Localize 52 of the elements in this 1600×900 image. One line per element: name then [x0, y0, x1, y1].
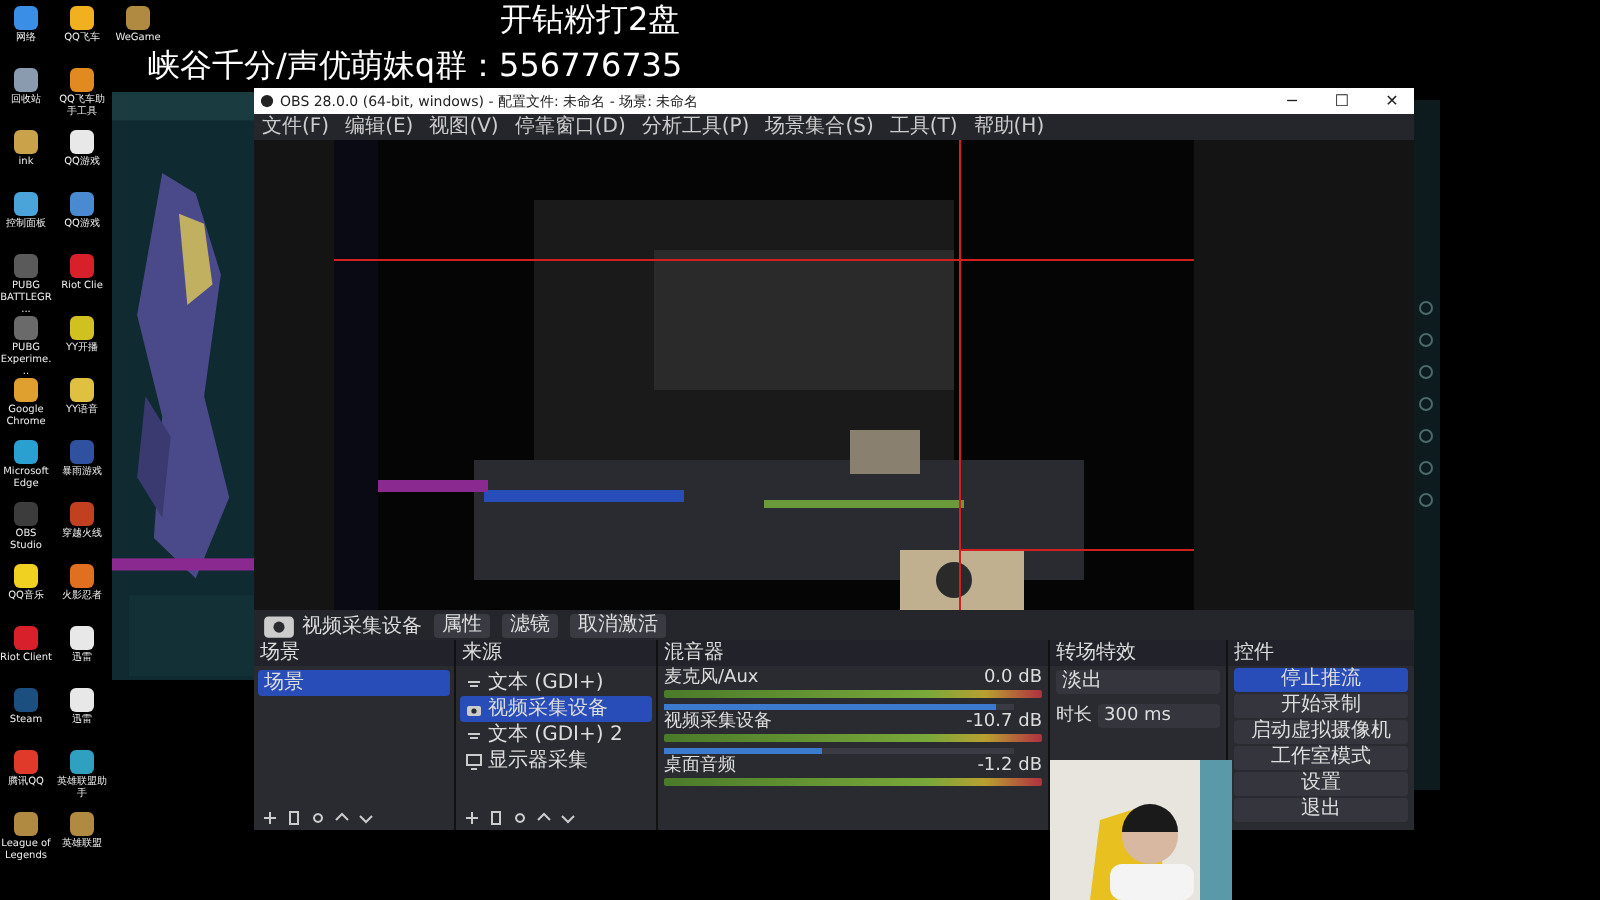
- source-item[interactable]: 文本 (GDI+): [460, 670, 652, 696]
- menu-item[interactable]: 视图(V): [429, 116, 499, 138]
- dock-title: 场景: [254, 640, 454, 666]
- control-button[interactable]: 工作室模式: [1234, 746, 1408, 770]
- menu-item[interactable]: 帮助(H): [973, 116, 1045, 138]
- menu-item[interactable]: 编辑(E): [345, 116, 414, 138]
- channel-name: 视频采集设备: [664, 712, 772, 734]
- app-logo-icon: [260, 94, 274, 108]
- dock-title: 转场特效: [1050, 640, 1226, 666]
- source-item[interactable]: 显示器采集: [460, 748, 652, 774]
- camera-icon: [466, 701, 482, 717]
- menu-item[interactable]: 工具(T): [889, 116, 958, 138]
- delete-icon[interactable]: [488, 810, 504, 826]
- window-button[interactable]: ─: [1270, 92, 1314, 110]
- current-source: 视频采集设备: [262, 608, 422, 642]
- control-button[interactable]: 退出: [1234, 798, 1408, 822]
- control-button[interactable]: 开始录制: [1234, 694, 1408, 718]
- text-source-icon: [466, 727, 482, 743]
- duration-field[interactable]: 300 ms: [1098, 703, 1220, 727]
- control-button[interactable]: 启动虚拟摄像机: [1234, 720, 1408, 744]
- transition-select[interactable]: 淡出: [1056, 670, 1220, 694]
- channel-name: 麦克风/Aux: [664, 668, 759, 690]
- menu-item[interactable]: 文件(F): [262, 116, 330, 138]
- menu-item[interactable]: 停靠窗口(D): [514, 116, 626, 138]
- channel-reading: -10.7 dB: [965, 712, 1042, 734]
- delete-icon[interactable]: [286, 810, 302, 826]
- dock-title: 控件: [1228, 640, 1414, 666]
- dock-title: 来源: [456, 640, 656, 666]
- overlay-subtitle: 峡谷千分/声优萌妹q群：556776735: [148, 46, 683, 88]
- volume-slider[interactable]: [664, 748, 1014, 754]
- monitor-icon: [466, 753, 482, 769]
- add-icon[interactable]: [262, 810, 278, 826]
- text-source-icon: [466, 675, 482, 691]
- toolbar-button[interactable]: 属性: [434, 613, 490, 637]
- channel-name: 桌面音频: [664, 756, 736, 778]
- toolbar-button[interactable]: 取消激活: [570, 613, 666, 637]
- scene-item[interactable]: 场景: [258, 670, 450, 696]
- window-button[interactable]: ✕: [1370, 92, 1414, 110]
- window-button[interactable]: ☐: [1320, 92, 1364, 110]
- add-icon[interactable]: [464, 810, 480, 826]
- overlay-title: 开钻粉打2盘: [500, 0, 681, 42]
- channel-reading: 0.0 dB: [983, 668, 1042, 690]
- source-item[interactable]: 视频采集设备: [460, 696, 652, 722]
- channel-reading: -1.2 dB: [977, 756, 1042, 778]
- menu-item[interactable]: 场景集合(S): [765, 116, 874, 138]
- duration-label: 时长: [1056, 703, 1092, 728]
- control-button[interactable]: 设置: [1234, 772, 1408, 796]
- menu-item[interactable]: 分析工具(P): [641, 116, 750, 138]
- source-item[interactable]: 文本 (GDI+) 2: [460, 722, 652, 748]
- dock-title: 混音器: [658, 640, 1048, 666]
- control-button[interactable]: 停止推流: [1234, 668, 1408, 692]
- toolbar-button[interactable]: 滤镜: [502, 613, 558, 637]
